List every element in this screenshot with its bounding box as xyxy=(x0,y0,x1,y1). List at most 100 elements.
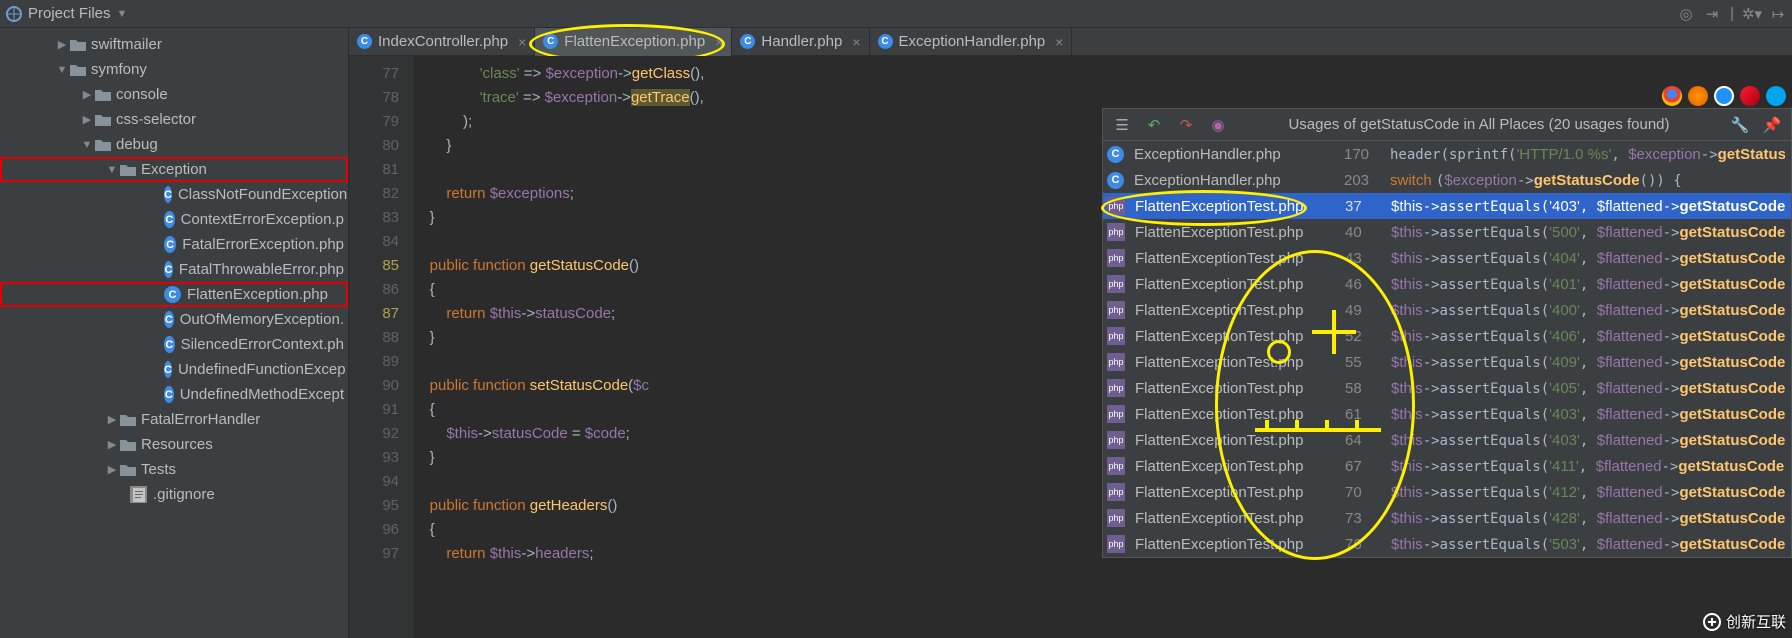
tree-item[interactable]: CSilencedErrorContext.ph xyxy=(0,332,348,357)
usage-row[interactable]: phpFlattenExceptionTest.php64$this->asse… xyxy=(1103,427,1791,453)
tree-item[interactable]: CFlattenException.php xyxy=(0,282,348,307)
php-file-icon: php xyxy=(1107,223,1125,241)
tree-label: Tests xyxy=(141,461,176,478)
tree-item[interactable]: CFatalErrorException.php xyxy=(0,232,348,257)
class-icon: C xyxy=(164,361,172,378)
tree-label: FatalErrorException.php xyxy=(182,236,344,253)
tree-item[interactable]: ▼debug xyxy=(0,132,348,157)
collapse-icon[interactable]: ⇥ xyxy=(1704,6,1720,22)
expand-arrow-icon[interactable]: ▶ xyxy=(105,413,119,426)
tree-item[interactable]: C UndefinedFunctionExcep xyxy=(0,357,348,382)
usage-row[interactable]: phpFlattenExceptionTest.php55$this->asse… xyxy=(1103,349,1791,375)
usage-row[interactable]: phpFlattenExceptionTest.php73$this->asse… xyxy=(1103,505,1791,531)
tree-item[interactable]: ▶FatalErrorHandler xyxy=(0,407,348,432)
tree-item[interactable]: .gitignore xyxy=(0,482,348,507)
expand-arrow-icon[interactable]: ▼ xyxy=(55,64,69,76)
usage-snippet: $this->assertEquals('403', $flattened->g… xyxy=(1391,406,1785,423)
line-number: 83 xyxy=(349,206,399,230)
close-icon[interactable]: × xyxy=(1051,34,1063,50)
usage-row[interactable]: phpFlattenExceptionTest.php67$this->asse… xyxy=(1103,453,1791,479)
target-icon[interactable]: ◎ xyxy=(1678,6,1694,22)
line-number: 86 xyxy=(349,278,399,302)
usage-row[interactable]: phpFlattenExceptionTest.php58$this->asse… xyxy=(1103,375,1791,401)
usage-row[interactable]: phpFlattenExceptionTest.php37$this->asse… xyxy=(1103,193,1791,219)
expand-arrow-icon[interactable]: ▶ xyxy=(105,438,119,451)
usage-snippet: $this->assertEquals('428', $flattened->g… xyxy=(1391,510,1785,527)
editor-tab[interactable]: CExceptionHandler.php× xyxy=(870,28,1073,56)
usage-snippet: switch ($exception->getStatusCode()) { xyxy=(1390,172,1785,189)
line-number: 94 xyxy=(349,470,399,494)
tree-item[interactable]: CFatalThrowableError.php xyxy=(0,257,348,282)
folder-icon xyxy=(94,137,112,153)
tree-item[interactable]: C OutOfMemoryException. xyxy=(0,307,348,332)
usage-row[interactable]: CExceptionHandler.php203switch ($excepti… xyxy=(1103,167,1791,193)
hide-icon[interactable]: ↦ xyxy=(1770,6,1786,22)
usage-snippet: $this->assertEquals('500', $flattened->g… xyxy=(1391,224,1785,241)
expand-arrow-icon[interactable]: ▶ xyxy=(80,113,94,126)
tree-item[interactable]: CContextErrorException.p xyxy=(0,207,348,232)
php-file-icon: php xyxy=(1107,405,1125,423)
line-number: 96 xyxy=(349,518,399,542)
class-icon: C xyxy=(164,211,175,228)
folder-icon xyxy=(119,412,137,428)
project-sidebar: ▶swiftmailer▼symfony▶console▶css-selecto… xyxy=(0,28,349,638)
usage-line: 49 xyxy=(1345,302,1381,319)
next-occurrence-icon[interactable]: ↷ xyxy=(1175,114,1197,136)
tree-item[interactable]: ▶console xyxy=(0,82,348,107)
prev-occurrence-icon[interactable]: ↶ xyxy=(1143,114,1165,136)
folder-icon xyxy=(94,112,112,128)
project-title: Project Files xyxy=(28,5,111,22)
editor-tab[interactable]: CHandler.php× xyxy=(732,28,869,56)
tree-item[interactable]: ▼Exception xyxy=(0,157,348,182)
usage-line: 70 xyxy=(1345,484,1381,501)
stop-icon[interactable]: ◉ xyxy=(1207,114,1229,136)
usage-file: FlattenExceptionTest.php xyxy=(1135,354,1335,371)
tree-item[interactable]: CUndefinedMethodExcept xyxy=(0,382,348,407)
php-file-icon: php xyxy=(1107,535,1125,553)
tree-label: OutOfMemoryException. xyxy=(180,311,344,328)
expand-arrow-icon[interactable]: ▶ xyxy=(80,88,94,101)
close-icon[interactable]: × xyxy=(848,34,860,50)
edge-icon[interactable] xyxy=(1766,86,1786,106)
firefox-icon[interactable] xyxy=(1688,86,1708,106)
tree-item[interactable]: CClassNotFoundException. xyxy=(0,182,348,207)
safari-icon[interactable] xyxy=(1714,86,1734,106)
chrome-icon[interactable] xyxy=(1662,86,1682,106)
folder-icon xyxy=(119,437,137,453)
close-icon[interactable]: × xyxy=(711,34,723,50)
tree-item[interactable]: ▶css-selector xyxy=(0,107,348,132)
usage-row[interactable]: phpFlattenExceptionTest.php52$this->asse… xyxy=(1103,323,1791,349)
expand-arrow-icon[interactable]: ▶ xyxy=(105,463,119,476)
expand-arrow-icon[interactable]: ▼ xyxy=(105,164,119,176)
opera-icon[interactable] xyxy=(1740,86,1760,106)
tree-label: UndefinedFunctionExcep xyxy=(178,361,346,378)
pin-icon[interactable]: 📌 xyxy=(1761,114,1783,136)
usage-row[interactable]: phpFlattenExceptionTest.php70$this->asse… xyxy=(1103,479,1791,505)
tree-item[interactable]: ▶Resources xyxy=(0,432,348,457)
settings-icon[interactable]: 🔧 xyxy=(1729,114,1751,136)
tree-view-icon[interactable]: ☰ xyxy=(1111,114,1133,136)
usage-snippet: $this->assertEquals('401', $flattened->g… xyxy=(1391,276,1785,293)
usage-row[interactable]: phpFlattenExceptionTest.php46$this->asse… xyxy=(1103,271,1791,297)
tree-item[interactable]: ▶ Tests xyxy=(0,457,348,482)
tree-item[interactable]: ▼symfony xyxy=(0,57,348,82)
usage-row[interactable]: CExceptionHandler.php170header(sprintf('… xyxy=(1103,141,1791,167)
expand-arrow-icon[interactable]: ▶ xyxy=(55,38,69,51)
expand-arrow-icon[interactable]: ▼ xyxy=(80,139,94,151)
gear-icon[interactable]: ✲▾ xyxy=(1744,6,1760,22)
usage-row[interactable]: phpFlattenExceptionTest.php76$this->asse… xyxy=(1103,531,1791,557)
editor-tab[interactable]: CFlattenException.php× xyxy=(535,28,732,56)
class-icon: C xyxy=(164,311,174,328)
line-number: 95 xyxy=(349,494,399,518)
usage-row[interactable]: phpFlattenExceptionTest.php43$this->asse… xyxy=(1103,245,1791,271)
editor-tab[interactable]: CIndexController.php× xyxy=(349,28,535,56)
usage-snippet: $this->assertEquals('409', $flattened->g… xyxy=(1391,354,1785,371)
usage-row[interactable]: phpFlattenExceptionTest.php49$this->asse… xyxy=(1103,297,1791,323)
usage-file: FlattenExceptionTest.php xyxy=(1135,250,1335,267)
close-icon[interactable]: × xyxy=(514,34,526,50)
usage-row[interactable]: phpFlattenExceptionTest.php40$this->asse… xyxy=(1103,219,1791,245)
usage-row[interactable]: phpFlattenExceptionTest.php61$this->asse… xyxy=(1103,401,1791,427)
watermark: 创新互联 xyxy=(1702,611,1786,632)
chevron-down-icon[interactable]: ▼ xyxy=(117,8,128,20)
tree-item[interactable]: ▶swiftmailer xyxy=(0,32,348,57)
